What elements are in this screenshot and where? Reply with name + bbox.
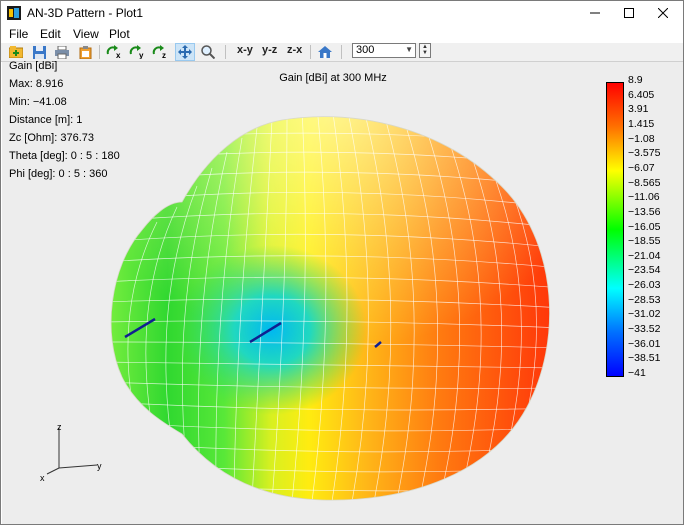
frequency-value: 300 xyxy=(356,44,375,56)
zoom-button[interactable] xyxy=(198,43,218,61)
rotate-y-icon: y xyxy=(129,45,144,59)
rotate-x-button[interactable]: x xyxy=(105,43,125,61)
colorbar xyxy=(606,82,624,377)
colorbar-tick-label: −31.02 xyxy=(628,308,661,321)
toolbar: x y z x-y y-z z-x xyxy=(1,43,683,62)
colorbar-tick-label: −41 xyxy=(628,367,646,379)
view-zx-button[interactable]: z-x xyxy=(287,44,302,56)
colorbar-tick-label: −1.08 xyxy=(628,132,655,145)
rotate-z-icon: z xyxy=(152,45,166,59)
pan-icon xyxy=(178,45,192,59)
svg-text:x: x xyxy=(116,51,121,59)
maximize-button[interactable] xyxy=(612,1,646,25)
view-yz-button[interactable]: y-z xyxy=(262,44,277,56)
copy-icon xyxy=(79,45,91,59)
colorbar-tick-label: −11.06 xyxy=(628,191,660,204)
rotate-z-button[interactable]: z xyxy=(151,43,171,61)
colorbar-tick-label: −21.04 xyxy=(628,249,661,262)
pattern-surface xyxy=(111,116,550,501)
toolbar-separator xyxy=(225,45,226,59)
axis-y-label: y xyxy=(97,461,102,471)
minimize-icon xyxy=(590,12,600,14)
frequency-select[interactable]: 300 ▼ xyxy=(352,43,416,58)
menu-view[interactable]: View xyxy=(73,27,99,41)
colorbar-tick-label: −23.54 xyxy=(628,264,661,277)
frequency-spinner[interactable]: ▲ ▼ xyxy=(419,43,431,58)
colorbar-tick-label: −26.03 xyxy=(628,279,661,292)
copy-button[interactable] xyxy=(75,43,95,61)
colorbar-tick-label: 8.9 xyxy=(628,74,643,86)
colorbar-tick-label: −33.52 xyxy=(628,323,661,336)
menu-bar: File Edit View Plot xyxy=(1,25,683,43)
plot-area[interactable]: Gain [dBi] at 300 MHz Gain [dBi] Max: 8.… xyxy=(2,60,683,524)
title-bar: AN-3D Pattern - Plot1 xyxy=(1,1,683,25)
chevron-down-icon: ▼ xyxy=(405,45,413,54)
window-title: AN-3D Pattern - Plot1 xyxy=(27,6,144,20)
toolbar-separator xyxy=(310,45,311,59)
colorbar-tick-label: −28.53 xyxy=(628,293,661,306)
rotate-x-icon: x xyxy=(106,45,121,59)
menu-file[interactable]: File xyxy=(9,27,28,41)
print-button[interactable] xyxy=(52,43,72,61)
colorbar-tick-label: −16.05 xyxy=(628,220,661,233)
colorbar-tick-label: −36.01 xyxy=(628,337,661,350)
maximize-icon xyxy=(624,8,634,18)
new-plot-icon xyxy=(9,46,23,58)
view-xy-button[interactable]: x-y xyxy=(237,44,253,56)
svg-text:y: y xyxy=(139,51,144,59)
toolbar-separator xyxy=(341,45,342,59)
colorbar-tick-label: 3.91 xyxy=(628,103,649,116)
radiation-pattern-view[interactable]: z y x xyxy=(2,62,683,524)
app-window: AN-3D Pattern - Plot1 File Edit View Plo… xyxy=(0,0,684,525)
colorbar-tick-label: −18.55 xyxy=(628,235,661,248)
colorbar-tick-label: −8.565 xyxy=(628,176,661,189)
zoom-icon xyxy=(201,45,215,59)
pan-button[interactable] xyxy=(175,43,195,61)
colorbar-tick-label: −6.07 xyxy=(628,161,655,174)
menu-edit[interactable]: Edit xyxy=(40,27,61,41)
menu-plot[interactable]: Plot xyxy=(109,27,130,41)
save-icon xyxy=(32,45,46,59)
axis-x-label: x xyxy=(40,473,45,483)
close-button[interactable] xyxy=(646,1,680,25)
colorbar-tick-label: 6.405 xyxy=(628,88,655,101)
axis-triad xyxy=(46,428,98,475)
colorbar-tick-label: −3.575 xyxy=(628,147,661,160)
toolbar-separator xyxy=(99,45,100,59)
close-icon xyxy=(658,8,668,18)
app-icon xyxy=(7,6,21,20)
rotate-y-button[interactable]: y xyxy=(128,43,148,61)
axis-z-label: z xyxy=(57,422,62,432)
home-icon xyxy=(318,46,332,58)
colorbar-tick-label: −38.51 xyxy=(628,352,661,365)
new-plot-button[interactable] xyxy=(6,43,26,61)
home-button[interactable] xyxy=(315,43,335,61)
minimize-button[interactable] xyxy=(578,1,612,25)
print-icon xyxy=(55,45,69,59)
colorbar-tick-label: 1.415 xyxy=(628,117,655,130)
spin-down-icon[interactable]: ▼ xyxy=(420,50,430,56)
colorbar-tick-label: −13.56 xyxy=(628,205,661,218)
save-button[interactable] xyxy=(29,43,49,61)
svg-text:z: z xyxy=(162,51,166,59)
